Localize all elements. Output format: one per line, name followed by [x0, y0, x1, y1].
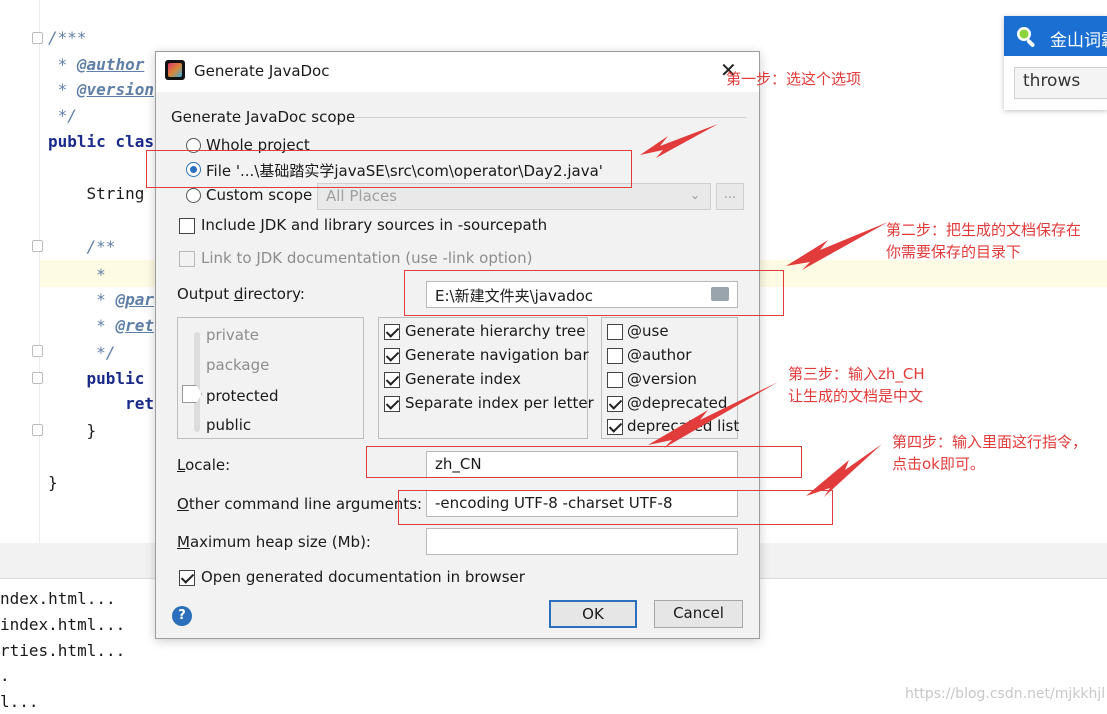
annotation-step1: 第一步：选这个选项	[726, 70, 862, 88]
annotation-arrow-icon	[786, 222, 888, 270]
annotation-step4-line2: 点击ok即可。	[892, 455, 985, 473]
annotation-step3-line2: 让生成的文档是中文	[788, 387, 924, 405]
annotation-step4: 第四步：输入里面这行指令， 点击ok即可。	[892, 431, 1087, 475]
annotation-step3: 第三步：输入zh_CH 让生成的文档是中文	[788, 363, 925, 407]
annotation-arrow-icon	[806, 444, 882, 497]
annotation-arrow-icon	[648, 382, 778, 448]
annotation-step2-line2: 你需要保存的目录下	[886, 243, 1022, 261]
annotation-arrows	[640, 124, 888, 497]
annotation-step2: 第二步：把生成的文档保存在 你需要保存的目录下	[886, 219, 1081, 263]
annotation-step4-line1: 第四步：输入里面这行指令，	[892, 433, 1088, 451]
annotation-step3-line1: 第三步：输入zh_CH	[788, 365, 925, 383]
watermark: https://blog.csdn.net/mjkkhjl	[905, 686, 1106, 702]
annotation-arrow-icon	[640, 124, 718, 158]
annotation-step2-line1: 第二步：把生成的文档保存在	[886, 221, 1082, 239]
